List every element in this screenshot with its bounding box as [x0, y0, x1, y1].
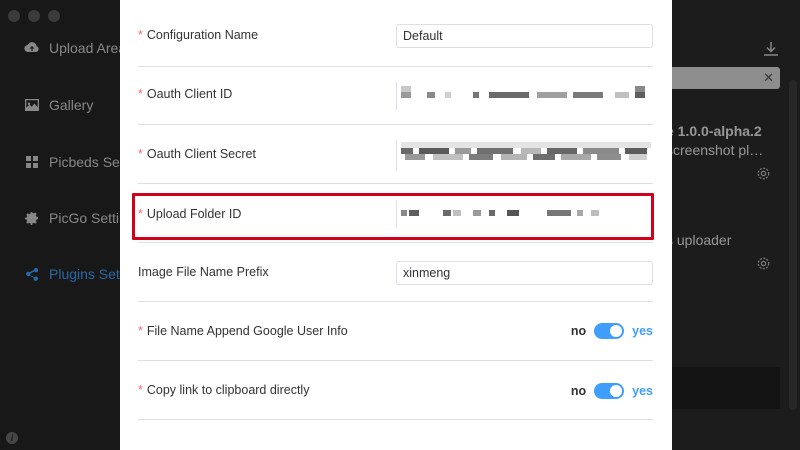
highlight-box — [132, 193, 654, 240]
switch-off-label[interactable]: no — [571, 324, 586, 338]
copy-link-toggle[interactable] — [594, 383, 625, 399]
field-label: * Copy link to clipboard directly — [138, 383, 310, 397]
divider — [138, 183, 400, 184]
field-label: Image File Name Prefix — [138, 265, 269, 279]
append-google-user-info-switch-group: no yes — [571, 323, 653, 339]
field-label: * Oauth Client ID — [138, 87, 233, 101]
field-label: * Oauth Client Secret — [138, 147, 256, 161]
switch-on-label[interactable]: yes — [632, 384, 653, 398]
divider — [138, 419, 653, 420]
oauth-client-id-input[interactable] — [396, 82, 653, 110]
append-google-user-info-toggle[interactable] — [594, 323, 625, 339]
switch-on-label[interactable]: yes — [632, 324, 653, 338]
divider — [138, 124, 400, 125]
switch-off-label[interactable]: no — [571, 384, 586, 398]
divider — [138, 301, 653, 302]
divider — [400, 183, 653, 184]
divider — [138, 360, 653, 361]
configuration-name-input[interactable]: Default — [396, 24, 653, 48]
divider — [138, 242, 653, 243]
field-label: * Configuration Name — [138, 28, 259, 42]
divider — [400, 124, 653, 125]
plugin-config-dialog: * Configuration Name Default * Oauth Clien… — [120, 0, 672, 450]
oauth-client-secret-input[interactable] — [396, 140, 653, 170]
copy-link-switch-group: no yes — [571, 383, 653, 399]
divider — [138, 66, 653, 67]
image-file-name-prefix-input[interactable]: xinmeng — [396, 261, 653, 285]
field-label: * File Name Append Google User Info — [138, 324, 348, 338]
